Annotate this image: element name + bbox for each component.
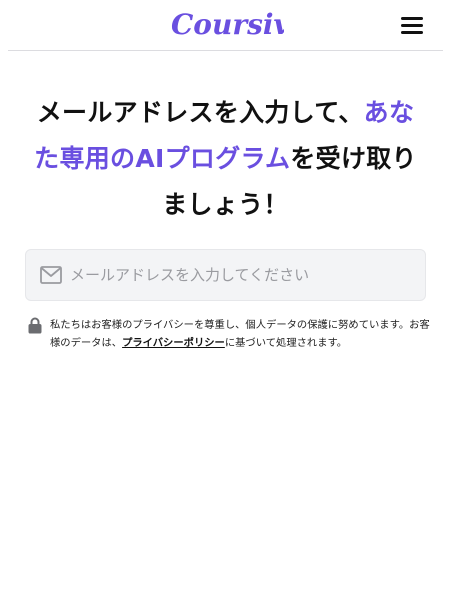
page-title: メールアドレスを入力して、あな た専用のAIプログラムを受け取り ましょう！ [20,90,431,228]
mail-icon [40,266,62,284]
privacy-policy-link[interactable]: プライバシーポリシー [122,337,225,349]
title-line3-plain: ましょう！ [162,190,289,219]
email-field[interactable] [25,249,426,301]
privacy-text-after: に基づいて処理されます。 [224,337,348,349]
menu-bar-middle [401,24,423,27]
title-line1-plain: メールアドレスを入力して、 [36,98,364,127]
menu-bar-top [401,17,423,20]
title-line2-plain: を受け取り [290,144,417,173]
title-line1-accent: あな [363,98,415,127]
logo-text: Coursiv [171,8,284,41]
email-input[interactable] [70,250,420,300]
menu-bar-bottom [401,31,423,34]
header: Coursiv [0,0,451,51]
header-divider [8,50,443,51]
lock-icon [28,317,42,334]
title-line2-accent: た専用のAIプログラム [34,144,291,173]
privacy-text: 私たちはお客様のプライバシーを尊重し、個人データの保護に努めています。お客様のデ… [50,316,433,352]
hamburger-menu-icon[interactable] [399,14,425,36]
coursiv-logo[interactable]: Coursiv [168,4,284,46]
